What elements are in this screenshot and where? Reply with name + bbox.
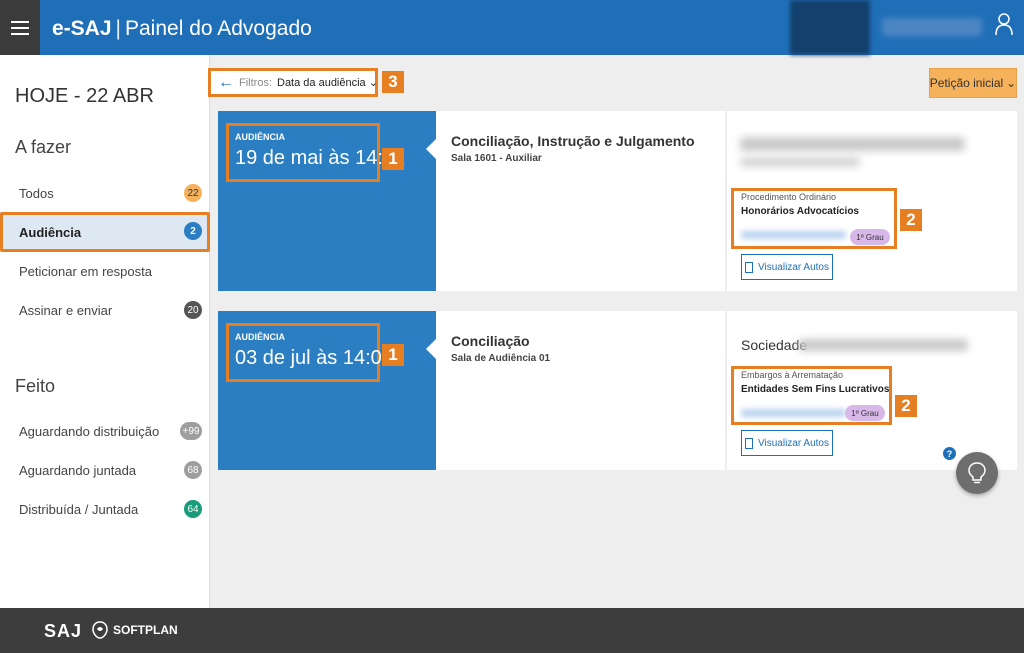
saj-logo: SAJ bbox=[44, 621, 83, 641]
sidebar: HOJE - 22 ABR A fazer Todos 22 Audiência… bbox=[0, 55, 210, 608]
hearing-type: Conciliação, Instrução e Julgamento bbox=[451, 133, 695, 149]
sidebar-item-aguardando-distribuicao[interactable]: Aguardando distribuição +99 bbox=[0, 412, 210, 450]
callout-marker: 1 bbox=[382, 148, 404, 170]
process-info-box: Embargos à Arrematação Entidades Sem Fin… bbox=[731, 366, 892, 425]
process-subject: Entidades Sem Fins Lucrativos bbox=[741, 384, 890, 395]
document-icon bbox=[745, 437, 754, 449]
today-date: HOJE - 22 ABR bbox=[15, 85, 154, 107]
callout-marker: 2 bbox=[895, 395, 917, 417]
filter-dropdown[interactable]: ← Filtros: Data da audiência ⌄ bbox=[208, 68, 378, 97]
blurred-party-name bbox=[798, 339, 968, 351]
count-badge: +99 bbox=[180, 422, 202, 440]
app-name: e-SAJ bbox=[52, 17, 112, 40]
arrow-left-icon[interactable]: ← bbox=[218, 74, 234, 92]
sidebar-item-label: Distribuída / Juntada bbox=[19, 501, 139, 517]
hearing-room: Sala 1601 - Auxiliar bbox=[451, 153, 542, 164]
hearing-kind: AUDIÊNCIA bbox=[235, 332, 286, 342]
softplan-logo: SOFTPLAN bbox=[92, 621, 178, 639]
hearing-date: 19 de mai às 14:31 bbox=[235, 147, 406, 169]
process-class: Procedimento Ordinário bbox=[741, 192, 837, 202]
callout-marker: 3 bbox=[382, 71, 404, 93]
lightbulb-icon[interactable] bbox=[956, 452, 998, 494]
hearing-date-box: AUDIÊNCIA 03 de jul às 14:00 bbox=[226, 323, 393, 382]
visualizar-autos-label: Visualizar Autos bbox=[758, 437, 829, 449]
sidebar-item-label: Aguardando juntada bbox=[19, 462, 137, 478]
count-badge: 68 bbox=[184, 461, 202, 479]
sidebar-item-distribuida-juntada[interactable]: Distribuída / Juntada 64 bbox=[0, 490, 210, 528]
sidebar-item-label: Assinar e enviar bbox=[19, 302, 113, 318]
callout-marker: 1 bbox=[382, 344, 404, 366]
top-header: e-SAJ | Painel do Advogado bbox=[0, 0, 1024, 55]
sidebar-item-aguardando-juntada[interactable]: Aguardando juntada 68 bbox=[0, 451, 210, 489]
sidebar-item-assinar[interactable]: Assinar e enviar 20 bbox=[0, 291, 210, 329]
panel-notch bbox=[426, 339, 436, 359]
count-badge: 22 bbox=[184, 184, 202, 202]
visualizar-autos-button[interactable]: Visualizar Autos bbox=[741, 254, 833, 280]
count-badge: 20 bbox=[184, 301, 202, 319]
panel-title: Painel do Advogado bbox=[125, 17, 312, 40]
filter-value: Data da audiência bbox=[277, 76, 366, 89]
sidebar-item-label: Audiência bbox=[19, 224, 82, 240]
section-done-title: Feito bbox=[15, 376, 56, 396]
hearing-date: 03 de jul às 14:00 bbox=[235, 347, 393, 369]
panel-notch bbox=[426, 139, 436, 159]
grau-badge: 1º Grau bbox=[850, 229, 890, 245]
hearing-card[interactable]: AUDIÊNCIA 03 de jul às 14:00 1 Conciliaç… bbox=[218, 311, 1017, 470]
process-subject: Honorários Advocatícios bbox=[741, 206, 859, 217]
app-title: e-SAJ | Painel do Advogado bbox=[52, 17, 312, 41]
callout-marker: 2 bbox=[900, 209, 922, 231]
sidebar-item-peticionar[interactable]: Peticionar em resposta bbox=[0, 252, 210, 290]
blurred-logo bbox=[790, 0, 870, 55]
hearing-type: Conciliação bbox=[451, 333, 530, 349]
title-separator: | bbox=[115, 17, 121, 40]
visualizar-autos-button[interactable]: Visualizar Autos bbox=[741, 430, 833, 456]
sidebar-item-todos[interactable]: Todos 22 bbox=[0, 174, 210, 212]
chevron-down-icon: ⌄ bbox=[1006, 76, 1017, 90]
blurred-party-name bbox=[740, 137, 965, 151]
blurred-process-number bbox=[741, 230, 846, 239]
softplan-icon bbox=[92, 621, 108, 639]
blurred-process-number bbox=[741, 408, 846, 417]
sidebar-item-label: Todos bbox=[19, 185, 54, 201]
card-divider bbox=[725, 111, 727, 291]
document-icon bbox=[745, 261, 754, 273]
process-class: Embargos à Arrematação bbox=[741, 370, 844, 380]
footer: SAJ SOFTPLAN bbox=[0, 608, 1024, 653]
peticao-inicial-button[interactable]: Petição inicial ⌄ bbox=[929, 68, 1017, 98]
hearing-date-panel: AUDIÊNCIA 03 de jul às 14:00 1 bbox=[218, 311, 436, 470]
hearing-room: Sala de Audiência 01 bbox=[451, 353, 551, 364]
hearing-card[interactable]: AUDIÊNCIA 19 de mai às 14:31 1 Conciliaç… bbox=[218, 111, 1017, 291]
count-badge: 2 bbox=[184, 222, 202, 240]
peticao-inicial-label: Petição inicial bbox=[929, 76, 1004, 90]
hearing-date-panel: AUDIÊNCIA 19 de mai às 14:31 1 bbox=[218, 111, 436, 291]
card-divider bbox=[725, 311, 727, 470]
sidebar-item-audiencia[interactable]: Audiência 2 bbox=[0, 212, 210, 252]
question-mark-icon[interactable]: ? bbox=[943, 447, 956, 460]
blurred-user-name bbox=[882, 18, 982, 36]
hearing-kind: AUDIÊNCIA bbox=[235, 132, 286, 142]
sidebar-item-label: Aguardando distribuição bbox=[19, 423, 160, 439]
sidebar-item-label: Peticionar em resposta bbox=[19, 263, 152, 279]
hamburger-menu-icon[interactable] bbox=[0, 0, 40, 55]
user-icon[interactable] bbox=[995, 12, 1013, 36]
visualizar-autos-label: Visualizar Autos bbox=[758, 261, 829, 273]
count-badge: 64 bbox=[184, 500, 202, 518]
softplan-label: SOFTPLAN bbox=[113, 623, 178, 637]
process-info-box: Procedimento Ordinário Honorários Advoca… bbox=[731, 188, 897, 249]
section-todo-title: A fazer bbox=[15, 137, 72, 157]
grau-badge: 1º Grau bbox=[845, 405, 885, 421]
hearing-date-box: AUDIÊNCIA 19 de mai às 14:31 bbox=[226, 123, 406, 182]
blurred-party-detail bbox=[740, 157, 860, 167]
chevron-down-icon: ⌄ bbox=[368, 77, 378, 89]
filter-label: Filtros: bbox=[239, 76, 272, 89]
